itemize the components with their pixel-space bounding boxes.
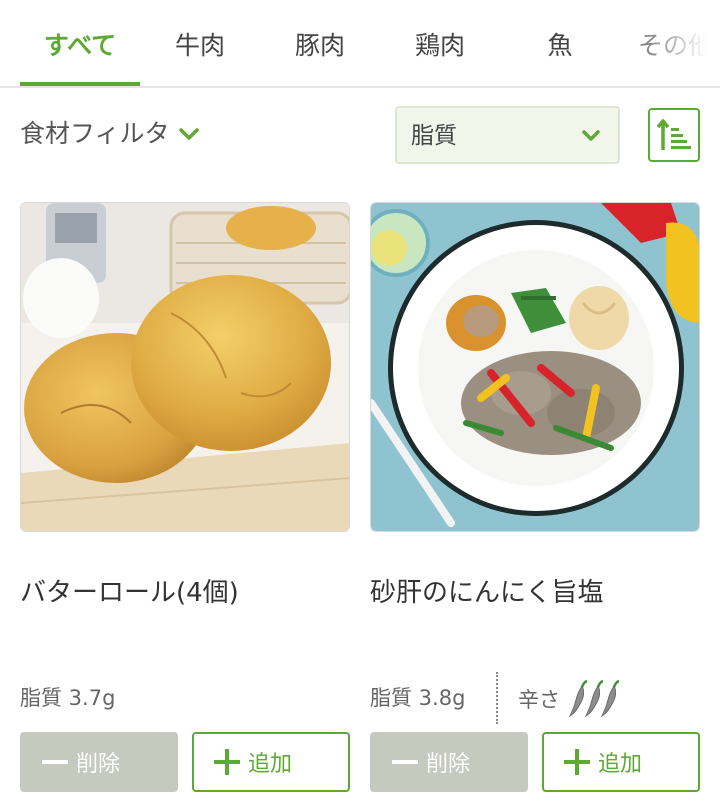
delete-button-label: 削除: [426, 752, 471, 777]
delete-button-label: 削除: [76, 752, 121, 777]
sort-key-value: 脂質: [411, 123, 457, 149]
spiciness-label: 辛さ: [518, 688, 560, 712]
sort-key-select[interactable]: 脂質: [395, 106, 620, 164]
nutrient-divider: [496, 672, 498, 724]
add-button[interactable]: 追加: [192, 732, 350, 792]
minus-icon: [42, 749, 68, 775]
tab-fish[interactable]: 魚: [500, 0, 620, 88]
butter-rolls-photo[interactable]: [20, 202, 350, 532]
menu-name: 砂肝のにんにく旨塩: [370, 578, 604, 608]
tab-beef[interactable]: 牛肉: [140, 0, 260, 88]
add-button[interactable]: 追加: [542, 732, 700, 792]
ingredient-filter-toggle[interactable]: 食材フィルタ: [20, 114, 200, 154]
sort-order-button[interactable]: [648, 108, 700, 162]
gizzard-plate-photo[interactable]: [370, 202, 700, 532]
nutrient-value: 脂質 3.8g: [370, 686, 466, 710]
tab-pork[interactable]: 豚肉: [260, 0, 380, 88]
plus-icon: [564, 749, 590, 775]
add-button-label: 追加: [248, 752, 293, 777]
minus-icon: [392, 749, 418, 775]
chili-pepper-icon: [600, 680, 620, 718]
ingredient-filter-label: 食材フィルタ: [20, 119, 170, 148]
spiciness-indicator: 辛さ: [518, 680, 620, 718]
tab-all[interactable]: すべて: [20, 0, 140, 88]
tab-chicken[interactable]: 鶏肉: [380, 0, 500, 88]
plus-icon: [214, 749, 240, 775]
delete-button[interactable]: 削除: [370, 732, 528, 792]
add-button-label: 追加: [598, 752, 643, 777]
tabs-fade-overlay: [650, 0, 720, 86]
chevron-down-icon: [582, 130, 600, 141]
chevron-down-icon: [178, 128, 199, 140]
nutrient-value: 脂質 3.7g: [20, 686, 116, 710]
category-tabs: すべて 牛肉 豚肉 鶏肉 魚 その他: [0, 0, 720, 88]
active-tab-indicator: [20, 82, 140, 86]
delete-button[interactable]: 削除: [20, 732, 178, 792]
sort-ascending-icon: [656, 119, 691, 150]
menu-name: バターロール(4個): [20, 578, 239, 608]
spiciness-peppers: [568, 680, 620, 718]
